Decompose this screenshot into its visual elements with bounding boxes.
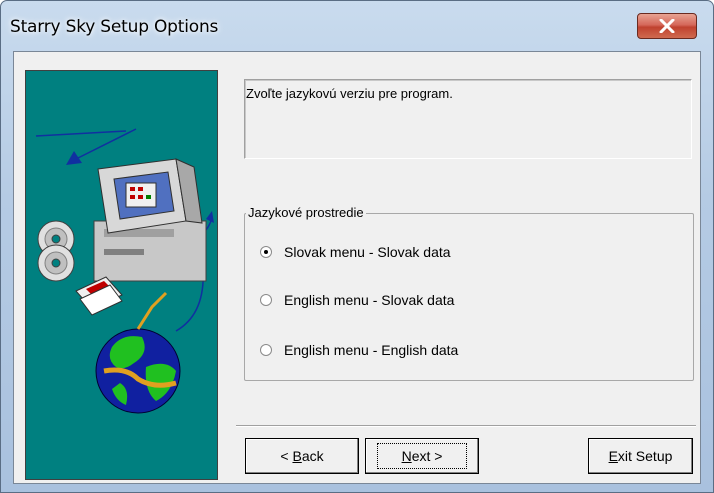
setup-illustration <box>25 70 218 480</box>
back-button-label: < Back <box>280 448 324 464</box>
close-button[interactable] <box>637 13 697 39</box>
radio-label[interactable]: English menu - English data <box>284 342 458 358</box>
cd-disc-icon <box>37 220 75 282</box>
radio-button[interactable] <box>260 344 272 356</box>
language-groupbox: Jazykové prostredie Slovak menu - Slovak… <box>244 205 694 381</box>
exit-setup-button-label: Exit Setup <box>608 448 673 464</box>
radio-slovak-menu-slovak-data[interactable]: Slovak menu - Slovak data <box>260 244 451 260</box>
radio-english-menu-english-data[interactable]: English menu - English data <box>260 342 458 358</box>
computer-icon <box>93 158 207 282</box>
radio-label[interactable]: Slovak menu - Slovak data <box>284 244 451 260</box>
close-icon <box>659 19 675 33</box>
radio-english-menu-slovak-data[interactable]: English menu - Slovak data <box>260 292 454 308</box>
window-title: Starry Sky Setup Options <box>10 17 219 37</box>
radio-button[interactable] <box>260 294 272 306</box>
globe-icon <box>95 291 181 414</box>
instruction-text: Zvoľte jazykovú verziu pre program. <box>246 86 453 101</box>
floppy-disk-icon <box>75 276 123 316</box>
dialog-client-area: Zvoľte jazykovú verziu pre program. Jazy… <box>13 51 701 484</box>
language-group-label: Jazykové prostredie <box>246 205 366 220</box>
back-button[interactable]: < Back <box>245 438 359 474</box>
next-button[interactable]: Next > <box>365 438 479 474</box>
exit-setup-button[interactable]: Exit Setup <box>588 438 693 474</box>
setup-dialog-window: Starry Sky Setup Options Zvoľte jazykovú… <box>0 0 714 493</box>
radio-label[interactable]: English menu - Slovak data <box>284 292 454 308</box>
instruction-panel: Zvoľte jazykovú verziu pre program. <box>244 79 692 159</box>
radio-button-checked[interactable] <box>260 246 272 258</box>
next-button-label: Next > <box>376 443 468 469</box>
button-separator <box>236 425 696 427</box>
title-bar[interactable]: Starry Sky Setup Options <box>1 1 713 45</box>
